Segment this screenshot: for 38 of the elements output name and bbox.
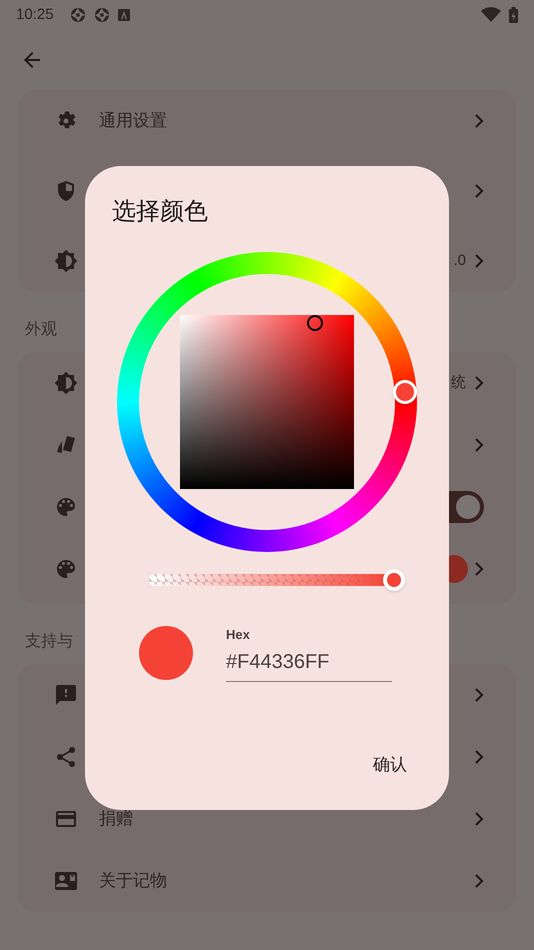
chevron-right-icon — [474, 874, 484, 888]
saturation-square[interactable] — [180, 315, 354, 489]
aperture-icon — [70, 7, 86, 23]
section-label: 支持与 — [25, 632, 73, 652]
confirm-button[interactable]: 确认 — [365, 748, 415, 781]
feedback-icon — [54, 683, 78, 707]
palette-icon — [54, 495, 78, 519]
chevron-right-icon — [474, 562, 484, 576]
row-title: 通用设置 — [99, 110, 167, 132]
chevron-right-icon — [474, 438, 484, 452]
chevron-right-icon — [474, 254, 484, 268]
row-title: 关于记物 — [99, 870, 167, 892]
dialog-title: 选择颜色 — [112, 198, 208, 225]
aperture-icon — [94, 7, 110, 23]
battery-icon — [509, 7, 518, 23]
chevron-right-icon — [474, 376, 484, 390]
field-label: Hex — [226, 626, 251, 644]
share-icon — [54, 745, 78, 769]
notification-icon — [118, 9, 130, 21]
contrast-icon — [54, 249, 78, 273]
hue-thumb[interactable] — [393, 380, 417, 404]
row-title: 捐赠 — [99, 808, 133, 830]
wifi-icon — [481, 7, 501, 23]
saturation-marker[interactable] — [307, 315, 323, 331]
slider-thumb[interactable] — [383, 569, 405, 591]
status-time: 10:25 — [16, 4, 54, 25]
contrast-icon — [54, 371, 78, 395]
chevron-right-icon — [474, 812, 484, 826]
chevron-right-icon — [474, 184, 484, 198]
chevron-right-icon — [474, 114, 484, 128]
row-value: .0 — [453, 250, 466, 271]
chevron-right-icon — [474, 750, 484, 764]
chevron-right-icon — [474, 688, 484, 702]
section-label: 外观 — [25, 320, 57, 340]
palette-icon — [54, 557, 78, 581]
hex-input-field[interactable]: #F44336FF — [226, 644, 392, 682]
contact-card-icon — [54, 869, 78, 893]
row-value: 统 — [451, 372, 466, 393]
